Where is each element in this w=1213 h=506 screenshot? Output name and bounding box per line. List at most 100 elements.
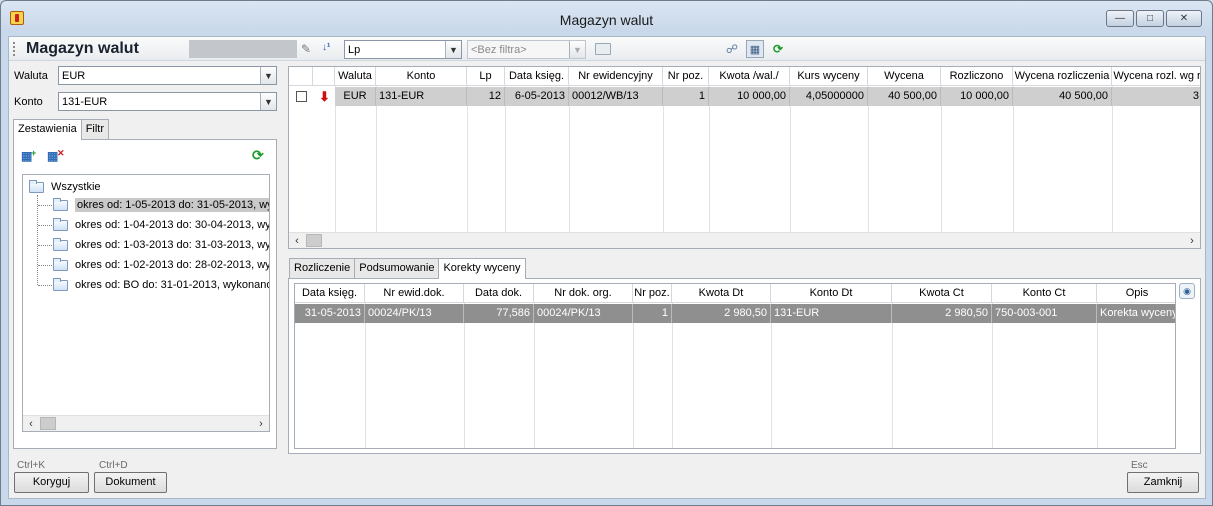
column-header[interactable]: Opis	[1097, 284, 1175, 303]
title-bar: Magazyn walut — □ ✕	[1, 1, 1212, 37]
column-header[interactable]: Rozliczono	[941, 67, 1013, 86]
row-checkbox[interactable]	[296, 91, 307, 102]
add-statement-icon[interactable]: ▦ +	[21, 148, 37, 164]
tree-root-label: Wszystkie	[51, 181, 101, 193]
tree-item-root[interactable]: Wszystkie	[29, 178, 101, 196]
tree-item-label: okres od: 1-05-2013 do: 31-05-2013, wyk	[75, 198, 269, 212]
column-header[interactable]: Data księg.	[505, 67, 569, 86]
chevron-down-icon[interactable]: ▼	[260, 67, 276, 84]
search-field[interactable]	[189, 40, 297, 58]
main-grid-horizontal-scrollbar[interactable]: ‹ ›	[289, 232, 1200, 248]
koryguj-button[interactable]: Koryguj	[14, 472, 89, 493]
grid-line	[1013, 86, 1014, 232]
tree-item[interactable]: okres od: 1-05-2013 do: 31-05-2013, wyk	[53, 196, 269, 214]
scroll-thumb[interactable]	[306, 234, 322, 247]
column-header[interactable]: Nr dok. org.	[534, 284, 633, 303]
toolbar-grip[interactable]	[13, 42, 15, 56]
tab-korekty-wyceny[interactable]: Korekty wyceny	[438, 258, 526, 279]
grid-line	[663, 86, 664, 232]
delete-statement-icon[interactable]: ▦ ✕	[47, 148, 65, 164]
pencil-icon[interactable]: ✎	[301, 42, 313, 56]
scroll-thumb[interactable]	[40, 417, 56, 430]
refresh-icon[interactable]: ⟳	[769, 40, 787, 58]
maximize-button[interactable]: □	[1136, 10, 1164, 27]
cell-nr-ewid-dok: 00024/PK/13	[365, 304, 464, 323]
grid-line	[464, 303, 465, 448]
tab-podsumowanie[interactable]: Podsumowanie	[354, 258, 440, 278]
column-header-check[interactable]	[289, 67, 313, 86]
grid-line	[335, 86, 336, 232]
scroll-left-icon[interactable]: ‹	[289, 233, 305, 248]
chevron-down-icon[interactable]: ▼	[569, 41, 585, 58]
preview-icon[interactable]: ◉	[1179, 283, 1195, 299]
table-row[interactable]: ⬇ EUR 131-EUR 12 6-05-2013 00012/WB/13 1…	[289, 87, 1200, 106]
cell-data-ksieg: 6-05-2013	[505, 87, 569, 106]
tree-item[interactable]: okres od: 1-03-2013 do: 31-03-2013, wyk	[53, 236, 270, 254]
filter-combo[interactable]: <Bez filtra> ▼	[467, 40, 586, 59]
column-header[interactable]: Kwota Dt	[672, 284, 771, 303]
tab-rozliczenie[interactable]: Rozliczenie	[289, 258, 356, 278]
scroll-left-icon[interactable]: ‹	[23, 416, 39, 431]
scroll-right-icon[interactable]: ›	[253, 416, 269, 431]
dokument-button[interactable]: Dokument	[94, 472, 167, 493]
column-header[interactable]: Kwota /wal./	[709, 67, 790, 86]
column-header[interactable]: Data dok.	[464, 284, 534, 303]
cell-kurs-wyceny: 4,05000000	[790, 87, 868, 106]
grid-line	[505, 86, 506, 232]
column-header[interactable]: Nr poz.	[663, 67, 709, 86]
main-window: Magazyn walut — □ ✕ Magazyn walut ✎ ↓¹ L…	[0, 0, 1213, 506]
cell-wycena-rozl-wg: 3	[1192, 90, 1199, 102]
tab-zestawienia[interactable]: Zestawienia	[13, 119, 82, 140]
column-header[interactable]: Konto Ct	[992, 284, 1097, 303]
column-header[interactable]: Kwota Ct	[892, 284, 992, 303]
tree-line	[38, 225, 52, 226]
grid-line	[633, 303, 634, 448]
tree-item[interactable]: okres od: BO do: 31-01-2013, wykonano:2	[53, 276, 269, 294]
column-header[interactable]: Konto	[376, 67, 467, 86]
tree-item[interactable]: okres od: 1-02-2013 do: 28-02-2013, wyk	[53, 256, 269, 274]
column-header[interactable]: Wycena	[868, 67, 941, 86]
grid-line	[534, 303, 535, 448]
grid-line	[1112, 86, 1113, 232]
tree-line	[37, 195, 38, 285]
chevron-down-icon[interactable]: ▼	[260, 93, 276, 110]
folder-icon[interactable]	[595, 43, 611, 55]
cell-kwota-ct: 2 980,50	[892, 304, 992, 323]
sort-icon[interactable]: ↓¹	[322, 41, 336, 55]
konto-combo[interactable]: 131-EUR ▼	[58, 92, 277, 111]
zamknij-button[interactable]: Zamknij	[1127, 472, 1199, 493]
refresh-icon[interactable]: ⟳	[252, 147, 268, 163]
sort-combo[interactable]: Lp ▼	[344, 40, 462, 59]
column-header-flag[interactable]	[313, 67, 335, 86]
grid-view-icon[interactable]: ▦	[746, 40, 764, 58]
grid-line	[709, 86, 710, 232]
koryguj-hotkey: Ctrl+K	[17, 460, 46, 471]
column-header[interactable]: Wycena rozl. wg r	[1112, 67, 1200, 86]
waluta-combo[interactable]: EUR ▼	[58, 66, 277, 85]
column-header[interactable]: Waluta	[335, 67, 376, 86]
column-header[interactable]: Nr ewid.dok.	[365, 284, 464, 303]
close-window-button[interactable]: ✕	[1166, 10, 1202, 27]
korekty-grid: Data księg. Nr ewid.dok. Data dok. Nr do…	[294, 283, 1176, 449]
table-row[interactable]: 31-05-2013 00024/PK/13 77,586 00024/PK/1…	[295, 304, 1175, 323]
minimize-button[interactable]: —	[1106, 10, 1134, 27]
chevron-down-icon[interactable]: ▼	[445, 41, 461, 58]
grid-line	[790, 86, 791, 232]
column-header[interactable]: Konto Dt	[771, 284, 892, 303]
tree-item[interactable]: okres od: 1-04-2013 do: 30-04-2013, wyk	[53, 216, 269, 234]
dokument-hotkey: Ctrl+D	[99, 460, 128, 471]
folder-icon	[53, 257, 68, 271]
column-header[interactable]: Nr ewidencyjny	[569, 67, 663, 86]
tree-horizontal-scrollbar[interactable]: ‹ ›	[23, 415, 269, 431]
column-header[interactable]: Data księg.	[295, 284, 365, 303]
tab-filtr[interactable]: Filtr	[80, 119, 110, 139]
column-header[interactable]: Lp	[467, 67, 505, 86]
column-header[interactable]: Wycena rozliczenia	[1013, 67, 1112, 86]
tree-item-label: okres od: 1-03-2013 do: 31-03-2013, wyk	[75, 239, 270, 251]
link-icon[interactable]: ☍	[723, 40, 741, 58]
column-header[interactable]: Kurs wyceny	[790, 67, 868, 86]
cell-nr-poz: 1	[663, 87, 709, 106]
cell-wycena: 40 500,00	[868, 87, 941, 106]
scroll-right-icon[interactable]: ›	[1184, 233, 1200, 248]
column-header[interactable]: Nr poz.	[633, 284, 672, 303]
